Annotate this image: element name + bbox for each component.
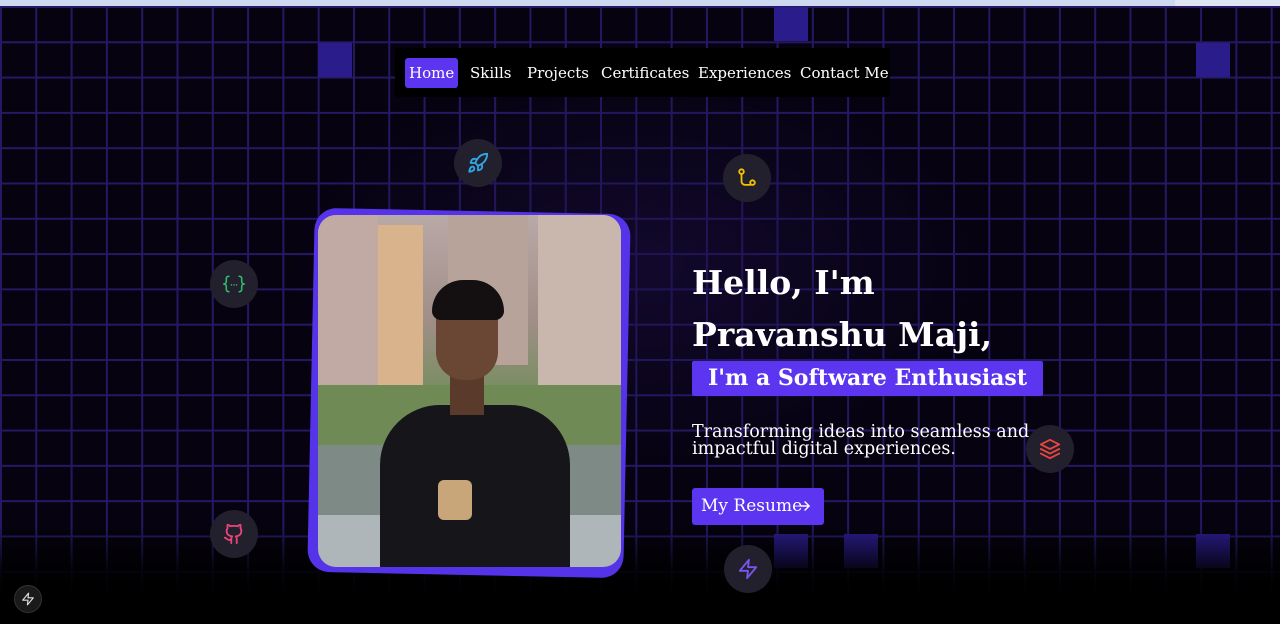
photo-building [378, 225, 423, 385]
resume-button-label: My Resume [701, 496, 803, 516]
photo-shirt-graphic [438, 480, 472, 520]
arrow-right-icon [800, 501, 810, 511]
hero-greeting: Hello, I'm [692, 263, 875, 302]
photo-building [538, 215, 621, 390]
github-icon [210, 510, 258, 558]
hero-section [0, 6, 1280, 624]
nav-experiences[interactable]: Experiences [694, 58, 795, 88]
nav-contact-me[interactable]: Contact Me [796, 58, 893, 88]
nav-certificates[interactable]: Certificates [597, 58, 693, 88]
resume-button[interactable]: My Resume [692, 488, 824, 525]
dev-tools-button[interactable] [14, 585, 42, 613]
bottom-fade [0, 526, 1280, 624]
rocket-icon [454, 139, 502, 187]
git-branch-icon [723, 154, 771, 202]
hero-description: Transforming ideas into seamless and imp… [692, 422, 1030, 459]
code-braces-icon [210, 260, 258, 308]
layers-icon [1026, 425, 1074, 473]
hero-name: Pravanshu Maji, [692, 315, 993, 354]
photo-building [318, 215, 378, 395]
top-navigation: Home Skills Projects Certificates Experi… [395, 48, 890, 97]
profile-photo [318, 215, 621, 567]
lightning-icon [724, 545, 772, 593]
nav-projects[interactable]: Projects [523, 58, 593, 88]
hero-tagline: I'm a Software Enthusiast [692, 361, 1043, 396]
photo-person-body [380, 405, 570, 567]
nav-home[interactable]: Home [405, 58, 459, 88]
lightning-icon [22, 592, 34, 606]
nav-skills[interactable]: Skills [466, 58, 515, 88]
